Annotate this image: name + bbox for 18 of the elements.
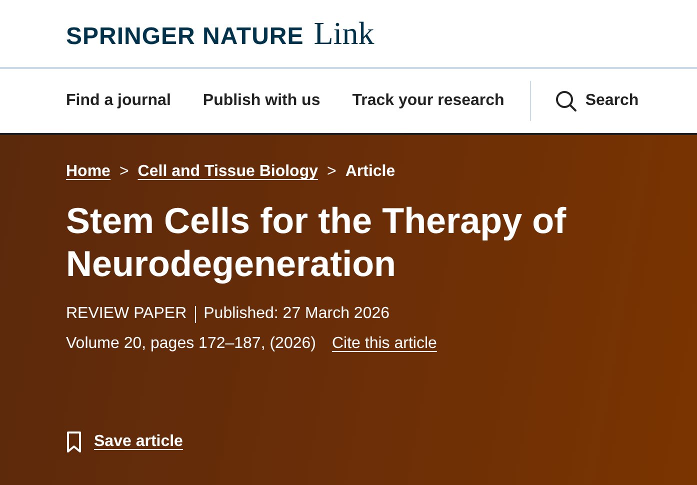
nav-link[interactable]: Find a journal — [66, 92, 171, 110]
bookmark-icon — [66, 431, 82, 453]
logo[interactable]: SPRINGER NATURE Link — [66, 15, 374, 52]
breadcrumb-current: Article — [345, 163, 396, 181]
nav-link[interactable]: Publish with us — [202, 92, 320, 110]
published-date: Published: 27 March 2026 — [204, 305, 390, 323]
article-type: REVIEW PAPER — [66, 305, 187, 323]
nav-link[interactable]: Track your research — [352, 92, 504, 110]
article-title: Stem Cells for the Therapy of Neurodegeneration — [66, 199, 568, 285]
breadcrumb-link[interactable]: Cell and Tissue Biology — [138, 163, 318, 181]
search-button[interactable]: Search — [555, 90, 639, 112]
volume-pages: Volume 20, pages 172–187, (2026) — [66, 335, 316, 353]
breadcrumb-separator: > — [119, 163, 129, 181]
search-icon — [555, 90, 578, 112]
save-article-link[interactable]: Save article — [66, 431, 183, 453]
breadcrumb-link[interactable]: Home — [66, 163, 110, 181]
cite-link[interactable]: Cite this article — [332, 335, 437, 353]
breadcrumb-separator: > — [326, 163, 336, 181]
